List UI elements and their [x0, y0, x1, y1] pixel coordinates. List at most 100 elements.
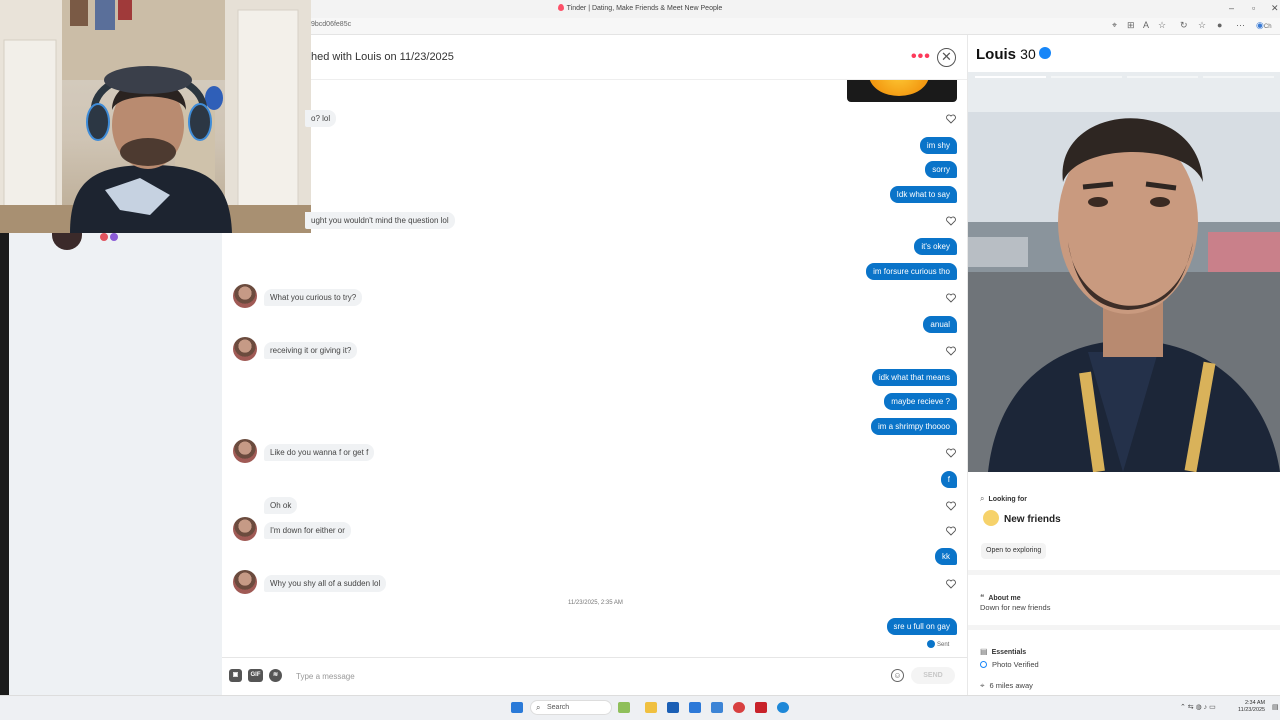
url-text[interactable]: 9bcd06fe85c — [311, 21, 351, 28]
close-chat-button[interactable]: ✕ — [937, 48, 956, 67]
message-incoming: Why you shy all of a sudden lol — [264, 575, 387, 592]
taskbar-search-label: Search — [547, 704, 570, 711]
message-outgoing: it's okey — [914, 238, 957, 255]
outlook-icon[interactable] — [689, 702, 701, 713]
windows-start-icon[interactable] — [511, 702, 523, 713]
sent-check-icon — [927, 640, 935, 648]
file-explorer-icon[interactable] — [645, 702, 657, 713]
message-outgoing: idk what that means — [871, 369, 957, 386]
favorites-bar-icon[interactable]: ☆ — [1198, 20, 1206, 31]
tab-title-text: Tinder | Dating, Make Friends & Meet New… — [566, 5, 723, 12]
favorite-icon[interactable]: ☆ — [1158, 20, 1166, 31]
essential-distance: 6 miles away — [989, 681, 1033, 690]
clock-time: 2:34 AM — [1244, 700, 1266, 706]
send-button[interactable]: SEND — [911, 667, 955, 684]
message-outgoing: anual — [923, 316, 957, 333]
photo-progress-segment — [1127, 76, 1198, 78]
more-menu-icon[interactable]: ⋯ — [1236, 20, 1245, 31]
like-heart-icon[interactable] — [946, 579, 956, 589]
essential-photo-verified: Photo Verified — [992, 660, 1039, 669]
sticker-icon[interactable]: ▣ — [229, 669, 242, 682]
match-avatar[interactable] — [233, 570, 257, 594]
essentials-heading: ▤ Essentials — [980, 641, 1026, 659]
message-incoming: Like do you wanna f or get f — [264, 444, 375, 461]
shared-image[interactable] — [847, 80, 957, 102]
message-outgoing: im forsure curious tho — [866, 263, 957, 280]
message-incoming: I'm down for either or — [264, 522, 351, 539]
message-outgoing: im a shrimpy thoooo — [870, 418, 957, 435]
close-window-icon[interactable]: ✕ — [1271, 3, 1279, 14]
profile-photo-scene — [968, 72, 1280, 472]
list-icon: ▤ — [980, 647, 988, 656]
app-icon[interactable] — [711, 702, 723, 713]
profile-photo[interactable] — [968, 72, 1280, 472]
like-heart-icon[interactable] — [946, 293, 956, 303]
matched-date-text: hed with Louis on 11/23/2025 — [311, 51, 454, 63]
message-outgoing: sre u full on gay — [886, 618, 957, 635]
verified-badge-icon — [1038, 47, 1051, 59]
looking-for-value: New friends — [1004, 514, 1061, 525]
webcam-scene — [0, 0, 311, 233]
search-icon: ⌕ — [980, 494, 985, 503]
copilot-label: Ch — [1263, 24, 1272, 30]
message-incoming: ught you wouldn't mind the question lol — [305, 212, 455, 229]
message-timestamp: 11/23/2025, 2:35 AM — [568, 600, 623, 606]
about-label: About me — [988, 595, 1021, 602]
read-aloud-icon[interactable]: A — [1143, 20, 1149, 30]
store-icon[interactable] — [667, 702, 679, 713]
taskbar-clock[interactable]: 2:34 AM 11/23/2025 — [1238, 700, 1265, 714]
sent-label: Sent — [937, 642, 950, 648]
essentials-label: Essentials — [991, 649, 1027, 656]
like-heart-icon[interactable] — [946, 526, 956, 536]
edge-icon[interactable] — [777, 702, 789, 713]
like-heart-icon[interactable] — [946, 346, 956, 356]
message-incoming: Oh ok — [264, 497, 298, 514]
message-outgoing: maybe recieve ? — [884, 393, 957, 410]
section-divider — [968, 625, 1280, 630]
search-icon: ⌕ — [536, 703, 541, 712]
tinder-flame-icon — [557, 4, 564, 11]
extensions-icon[interactable]: ↻ — [1180, 20, 1188, 31]
notification-icon[interactable]: ▤ — [1272, 703, 1279, 711]
message-outgoing: Idk what to say — [889, 186, 957, 203]
match-avatar[interactable] — [233, 439, 257, 463]
more-options-icon[interactable]: ••• — [911, 48, 931, 66]
copilot-icon[interactable]: ◉Ch — [1256, 20, 1272, 31]
like-heart-icon[interactable] — [946, 216, 956, 226]
essential-item: Photo Verified — [980, 660, 1039, 669]
verified-check-icon — [980, 661, 987, 668]
location-icon[interactable]: ⌖ — [1112, 20, 1117, 31]
photo-progress-segment — [1051, 76, 1122, 78]
obs-icon[interactable] — [733, 702, 745, 713]
recorder-icon[interactable] — [755, 702, 767, 713]
profile-icon[interactable]: ● — [1217, 20, 1222, 30]
waving-hand-icon — [983, 510, 999, 526]
sent-status: Sent — [927, 640, 949, 648]
profile-age: 30 — [1020, 46, 1036, 62]
widgets-icon[interactable] — [618, 702, 630, 713]
match-avatar[interactable] — [233, 284, 257, 308]
like-heart-icon[interactable] — [946, 114, 956, 124]
looking-for-label: Looking for — [988, 496, 1027, 503]
message-outgoing: kk — [935, 548, 957, 565]
profile-name: Louis — [976, 46, 1016, 63]
minimize-icon[interactable]: – — [1229, 3, 1234, 13]
like-heart-icon[interactable] — [946, 448, 956, 458]
webcam-overlay — [0, 0, 311, 233]
looking-for-row: New friends — [983, 510, 1061, 526]
taskbar-search[interactable]: ⌕ Search — [530, 700, 612, 715]
message-input[interactable] — [296, 669, 856, 683]
maximize-icon[interactable]: ▫ — [1252, 3, 1255, 13]
quote-icon: ❝ — [980, 593, 985, 602]
emoji-icon[interactable]: ☺ — [891, 669, 904, 682]
like-heart-icon[interactable] — [946, 501, 956, 511]
message-outgoing: im shy — [919, 137, 957, 154]
gif-button[interactable]: GIF — [248, 669, 263, 682]
match-avatar[interactable] — [233, 517, 257, 541]
apps-icon[interactable]: ⊞ — [1127, 20, 1135, 31]
match-avatar[interactable] — [233, 337, 257, 361]
notification-badge-icon — [100, 233, 108, 241]
windows-taskbar — [0, 695, 1280, 720]
spotify-icon[interactable]: ≋ — [269, 669, 282, 682]
system-tray-icons[interactable]: ⌃ ⇆ ◍ ♪ ▭ — [1180, 703, 1216, 711]
